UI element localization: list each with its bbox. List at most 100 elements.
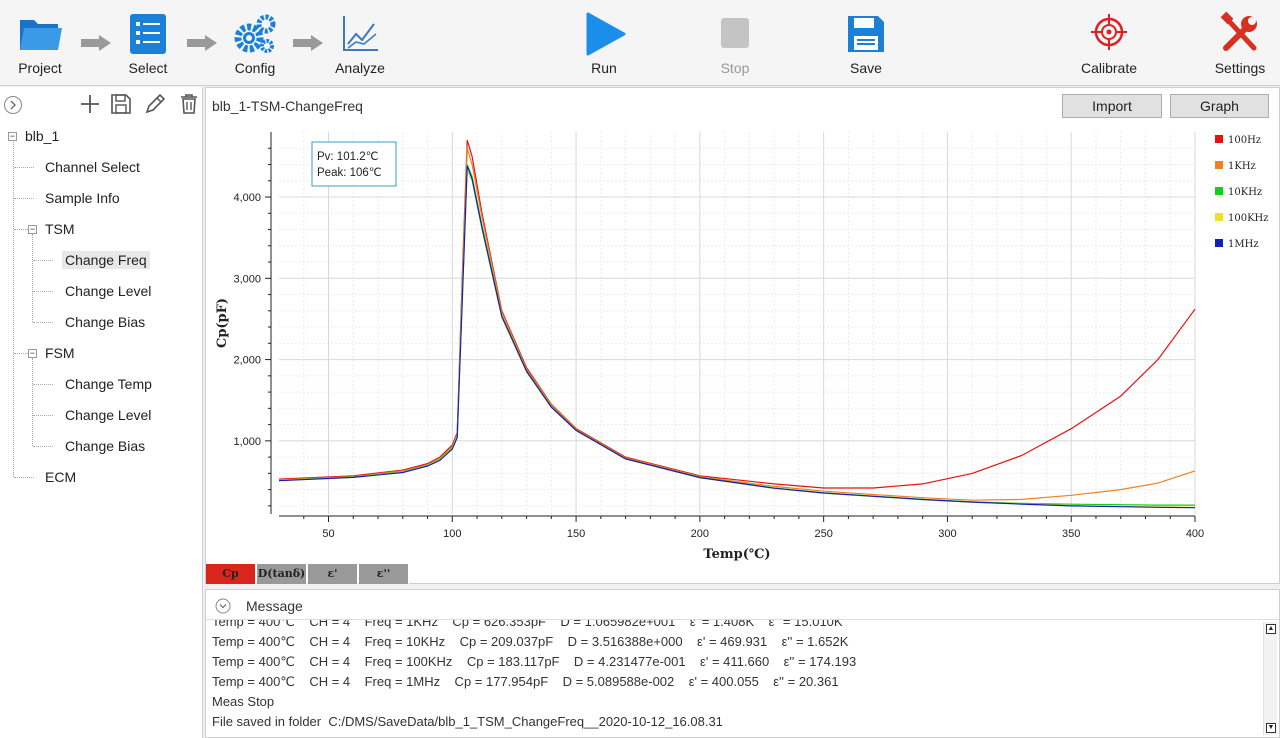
tree-line — [14, 198, 34, 199]
config-button[interactable]: Config — [215, 10, 295, 80]
project-button[interactable]: Project — [0, 10, 80, 80]
tree-line — [14, 353, 28, 354]
save-button[interactable]: Save — [826, 10, 906, 80]
tree-item-channel-select[interactable]: Channel Select — [42, 158, 143, 176]
stop-label: Stop — [720, 60, 750, 76]
collapse-right-icon[interactable] — [3, 95, 23, 115]
chart-icon — [343, 16, 378, 51]
stop-icon — [721, 18, 749, 48]
y-tick-label: 3,000 — [233, 273, 261, 285]
play-icon — [586, 12, 626, 56]
y-tick-label: 2,000 — [233, 355, 261, 367]
tree-line — [33, 415, 53, 416]
tree-item-change-freq[interactable]: Change Freq — [62, 251, 150, 269]
tooltip-pv: Pv: 101.2℃ — [317, 151, 379, 163]
chart-legend: 100Hz 1KHz 10KHz 100KHz 1MHz — [1215, 135, 1269, 250]
tree-collapse-toggle[interactable]: − — [28, 225, 37, 234]
target-icon — [1091, 14, 1127, 50]
y-axis-label: Cp(pF) — [215, 298, 230, 348]
tree-collapse-toggle[interactable]: − — [8, 132, 17, 141]
tree-line — [32, 358, 33, 446]
legend-swatch — [1215, 239, 1223, 247]
tree-item-sample-info[interactable]: Sample Info — [42, 189, 123, 207]
calibrate-button[interactable]: Calibrate — [1069, 10, 1149, 80]
legend-label: 100Hz — [1228, 135, 1261, 146]
analyze-button[interactable]: Analyze — [320, 10, 400, 80]
x-tick-label: 150 — [567, 528, 585, 540]
scroll-down-icon[interactable]: ▼ — [1266, 723, 1276, 733]
import-button[interactable]: Import — [1062, 94, 1162, 118]
x-axis-label: Temp(℃) — [703, 547, 770, 562]
tree-item-fsm[interactable]: FSM — [42, 344, 78, 362]
stop-button[interactable]: Stop — [695, 10, 775, 80]
tree-item-change-bias[interactable]: Change Bias — [62, 313, 148, 331]
tree-line — [33, 384, 53, 385]
tree-item-change-temp[interactable]: Change Temp — [62, 375, 155, 393]
chart-area[interactable]: 50 100 150 200 250 300 350 400 1,000 2,000 3,000 4,… — [206, 124, 1276, 564]
legend-swatch — [1215, 161, 1223, 169]
tree-root-blb1[interactable]: blb_1 — [22, 127, 62, 145]
settings-button[interactable]: Settings — [1200, 10, 1280, 80]
log-line: File saved in folder C:/DMS/SaveData/blb… — [212, 714, 723, 729]
series-line-1mhz — [278, 165, 1196, 509]
edit-pencil-icon[interactable] — [143, 92, 167, 116]
legend-swatch — [1215, 187, 1223, 195]
run-label: Run — [591, 60, 617, 76]
legend-swatch — [1215, 135, 1223, 143]
log-line: Temp = 400℃ CH = 4 Freq = 1MHz Cp = 177.… — [212, 674, 839, 689]
x-tick-label: 300 — [938, 528, 956, 540]
arrow-right-icon — [81, 35, 111, 51]
tree-item-tsm[interactable]: TSM — [42, 220, 78, 238]
x-tick-label: 250 — [814, 528, 832, 540]
tools-icon — [1220, 11, 1257, 51]
select-label: Select — [128, 60, 168, 76]
x-tick-label: 400 — [1186, 528, 1204, 540]
legend-swatch — [1215, 213, 1223, 221]
sidebar-toolbar — [0, 87, 202, 121]
floppy-disk-icon — [848, 16, 884, 52]
add-icon[interactable] — [78, 92, 102, 116]
series-line-10khz — [278, 164, 1195, 506]
x-tick-label: 200 — [691, 528, 709, 540]
tree-item-change-level[interactable]: Change Level — [62, 282, 154, 300]
tree-item-change-level[interactable]: Change Level — [62, 406, 154, 424]
trash-icon[interactable] — [177, 92, 201, 116]
tree-line — [33, 291, 53, 292]
tree-collapse-toggle[interactable]: − — [28, 349, 37, 358]
config-label: Config — [234, 60, 276, 76]
tab-cp[interactable]: Cp — [206, 564, 256, 584]
tree-line — [14, 477, 34, 478]
tab-dissipation[interactable]: D(tanδ) — [257, 564, 307, 584]
run-button[interactable]: Run — [564, 10, 644, 80]
legend-label: 1MHz — [1228, 239, 1259, 250]
tree-item-change-bias[interactable]: Change Bias — [62, 437, 148, 455]
chart-panel: blb_1-TSM-ChangeFreq Import Graph 50 100 1… — [205, 87, 1280, 584]
message-panel: Message Temp = 400℃ CH = 4 Freq = 1KHz C… — [205, 589, 1280, 738]
message-log: Temp = 400℃ CH = 4 Freq = 1KHz Cp = 626.… — [212, 620, 1262, 737]
tab-epsilon-real[interactable]: ε' — [308, 564, 358, 584]
tree-line — [33, 260, 53, 261]
save-file-icon[interactable] — [109, 92, 133, 116]
collapse-down-icon[interactable] — [215, 598, 231, 614]
series-line-100hz — [278, 139, 1196, 489]
tab-epsilon-imag[interactable]: ε'' — [359, 564, 409, 584]
select-button[interactable]: Select — [108, 10, 188, 80]
chart-grid — [279, 132, 1196, 514]
scroll-up-icon[interactable]: ▲ — [1266, 624, 1276, 634]
graph-button[interactable]: Graph — [1170, 94, 1269, 118]
chart-axes: 50 100 150 200 250 300 350 400 1,000 2,000 3,000 4,… — [215, 132, 1204, 562]
series-line-1khz — [278, 148, 1196, 501]
folder-icon — [20, 20, 62, 50]
chart-title: blb_1-TSM-ChangeFreq — [212, 98, 363, 114]
x-tick-label: 50 — [322, 528, 334, 540]
save-label: Save — [850, 60, 882, 76]
y-tick-label: 1,000 — [233, 436, 261, 448]
tree-line — [32, 234, 33, 322]
legend-label: 100KHz — [1228, 213, 1269, 224]
message-scrollbar[interactable]: ▲ ▼ — [1263, 622, 1277, 735]
tree-line — [14, 229, 28, 230]
tree-item-ecm[interactable]: ECM — [42, 468, 79, 486]
message-header: Message — [206, 590, 1279, 620]
arrow-right-icon — [187, 35, 217, 51]
settings-label: Settings — [1214, 60, 1266, 76]
